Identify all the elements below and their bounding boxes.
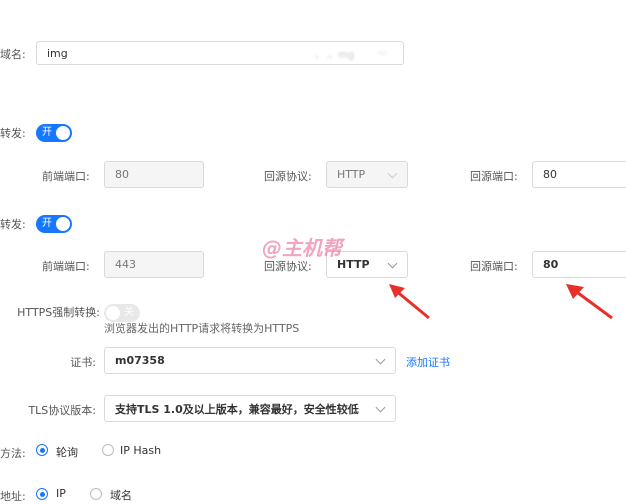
origin-ip-label: IP — [56, 487, 66, 500]
http-origin-protocol-value: HTTP — [337, 168, 366, 181]
http-origin-protocol-label: 回源协议: — [264, 170, 312, 183]
toggle-knob — [56, 217, 70, 231]
balance-ip-hash-label: IP Hash — [120, 444, 162, 457]
https-forward-label: 转发: — [0, 218, 26, 231]
chevron-down-icon — [375, 402, 386, 413]
http-forward-label: 转发: — [0, 127, 26, 140]
balance-ip-hash-radio[interactable] — [102, 444, 114, 456]
https-forward-toggle-text: 开 — [42, 218, 52, 229]
balance-round-robin-radio[interactable] — [36, 444, 48, 456]
http-origin-port-label: 回源端口: — [470, 170, 518, 183]
domain-masked-tail: ～ — [377, 49, 387, 60]
chevron-down-icon — [387, 168, 398, 179]
certificate-label: 证书: — [70, 356, 96, 369]
https-force-label: HTTPS强制转换: — [17, 306, 100, 319]
https-front-port-value: 443 — [115, 258, 136, 271]
certificate-value: m07358 — [115, 354, 165, 367]
toggle-knob — [56, 126, 70, 140]
http-front-port-label: 前端端口: — [42, 170, 90, 183]
origin-ip-radio[interactable] — [36, 488, 48, 500]
https-front-port-label: 前端端口: — [42, 260, 90, 273]
tls-version-select[interactable]: 支持TLS 1.0及以上版本，兼容最好，安全性较低 — [104, 395, 396, 422]
balance-method-label: 方法: — [0, 447, 26, 460]
domain-input[interactable]: img 、.、​mg ～ — [36, 41, 404, 65]
https-forward-toggle[interactable]: 开 — [36, 215, 72, 233]
https-origin-port-label: 回源端口: — [470, 260, 518, 273]
origin-domain-radio[interactable] — [90, 488, 102, 500]
toggle-knob — [106, 306, 120, 320]
arrow-icon — [389, 284, 430, 320]
http-front-port-value: 80 — [115, 168, 129, 181]
http-forward-toggle-text: 开 — [42, 127, 52, 138]
tls-label: TLS协议版本: — [28, 404, 96, 417]
chevron-down-icon — [387, 258, 398, 269]
watermark: @主机帮 — [262, 236, 342, 260]
http-origin-port-value: 80 — [543, 168, 557, 181]
origin-domain-label: 域名 — [110, 489, 132, 502]
chevron-down-icon — [375, 354, 386, 365]
tls-version-value: 支持TLS 1.0及以上版本，兼容最好，安全性较低 — [115, 402, 359, 416]
https-origin-port-input[interactable]: 80 — [532, 251, 626, 278]
http-origin-port-input[interactable]: 80 — [532, 161, 626, 188]
domain-masked-suffix: 、.、​mg — [315, 50, 355, 61]
balance-round-robin-label: 轮询 — [56, 446, 78, 459]
https-front-port-input: 443 — [104, 251, 204, 278]
arrow-icon — [566, 284, 613, 320]
domain-value: img — [47, 46, 68, 60]
http-origin-protocol-select: HTTP — [326, 161, 408, 188]
https-force-toggle-text: 关 — [124, 307, 134, 318]
http-front-port-input: 80 — [104, 161, 204, 188]
certificate-select[interactable]: m07358 — [104, 347, 396, 374]
domain-label: 域名: — [0, 48, 26, 61]
add-certificate-link[interactable]: 添加证书 — [406, 354, 450, 370]
https-origin-port-value: 80 — [543, 258, 559, 271]
http-forward-toggle[interactable]: 开 — [36, 124, 72, 142]
origin-address-label: 地址: — [0, 490, 26, 503]
https-force-hint: 浏览器发出的HTTP请求将转换为HTTPS — [104, 322, 300, 335]
